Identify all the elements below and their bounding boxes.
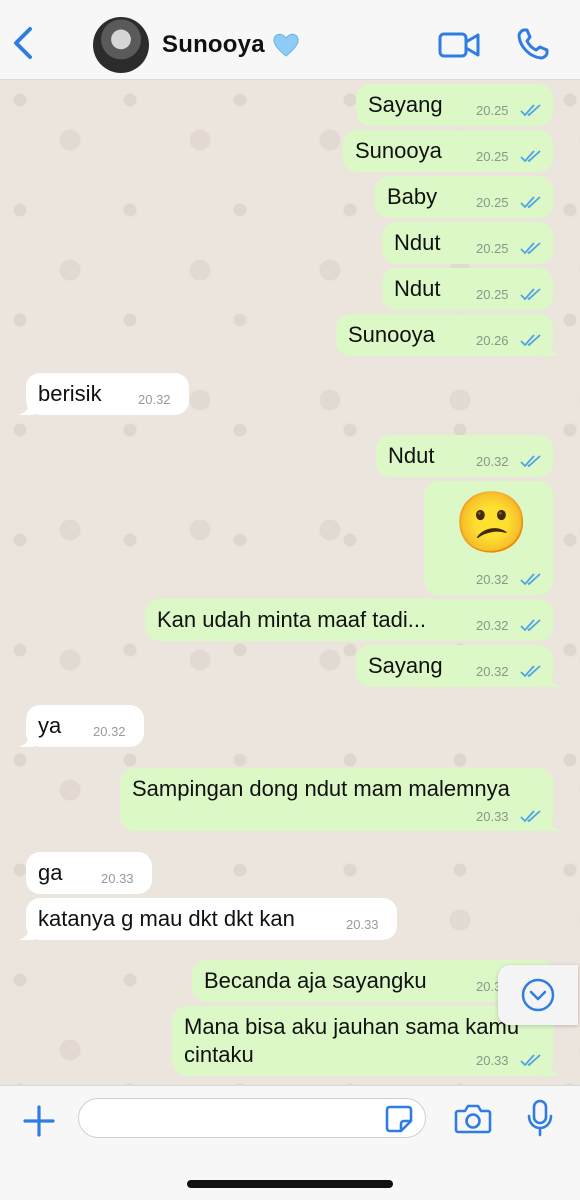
emoji-message-bubble[interactable]: 😕 20.32	[424, 481, 553, 595]
chevron-left-icon[interactable]	[10, 26, 38, 60]
scroll-to-bottom-button[interactable]	[498, 965, 578, 1025]
read-ticks-icon	[520, 104, 541, 117]
sticker-icon[interactable]	[384, 1104, 414, 1134]
message-bubble[interactable]: Mana bisa aku jauhan sama kamu cintaku 2…	[172, 1006, 561, 1076]
emoji: 😕	[454, 489, 529, 556]
read-ticks-icon	[520, 288, 541, 301]
message-bubble[interactable]: Sayang 20.25	[356, 84, 553, 126]
read-ticks-icon	[520, 334, 541, 347]
message-bubble[interactable]: Ndut 20.25	[382, 222, 553, 264]
bubble-tail	[545, 342, 561, 356]
read-ticks-icon	[520, 242, 541, 255]
message-input[interactable]	[78, 1098, 426, 1138]
bubble-tail	[18, 926, 34, 940]
message-bubble[interactable]: Ndut 20.25	[382, 268, 553, 310]
bubble-tail	[545, 1062, 561, 1076]
home-indicator	[187, 1180, 393, 1188]
plus-icon[interactable]	[22, 1104, 56, 1138]
microphone-icon[interactable]	[526, 1099, 554, 1137]
message-bubble[interactable]: katanya g mau dkt dkt kan 20.33	[18, 898, 397, 940]
message-bubble[interactable]: ga 20.33	[26, 852, 152, 894]
chevron-down-circle-icon	[521, 978, 555, 1012]
composer-bar	[0, 1085, 580, 1200]
read-ticks-icon	[520, 1054, 541, 1067]
message-bubble[interactable]: Sunooya 20.26	[336, 314, 561, 356]
chat-header: Sunooya	[0, 0, 580, 80]
message-bubble[interactable]: berisik 20.32	[18, 373, 189, 415]
phone-icon[interactable]	[516, 27, 550, 61]
message-bubble[interactable]: Kan udah minta maaf tadi... 20.32	[145, 599, 553, 641]
blue-heart-icon	[273, 33, 299, 57]
message-bubble[interactable]: Ndut 20.32	[376, 435, 553, 477]
video-camera-icon[interactable]	[438, 30, 480, 60]
message-bubble[interactable]: Baby 20.25	[375, 176, 553, 218]
bubble-tail	[18, 401, 34, 415]
read-ticks-icon	[520, 196, 541, 209]
read-ticks-icon	[520, 573, 541, 586]
bubble-tail	[545, 673, 561, 687]
read-ticks-icon	[520, 619, 541, 632]
message-bubble[interactable]: Sunooya 20.25	[343, 130, 553, 172]
read-ticks-icon	[520, 150, 541, 163]
contact-name[interactable]: Sunooya	[162, 31, 265, 59]
camera-icon[interactable]	[454, 1103, 492, 1135]
message-bubble[interactable]: ya 20.32	[18, 705, 144, 747]
avatar[interactable]	[93, 17, 149, 73]
bubble-tail	[18, 733, 34, 747]
message-bubble[interactable]: Sayang 20.32	[356, 645, 561, 687]
chat-area[interactable]: Sayang 20.25 Sunooya 20.25 Baby 20.25 Nd…	[0, 80, 580, 1085]
bubble-tail	[545, 817, 561, 831]
read-ticks-icon	[520, 455, 541, 468]
read-ticks-icon	[520, 665, 541, 678]
message-bubble[interactable]: Sampingan dong ndut mam malemnya 20.33	[120, 768, 561, 831]
read-ticks-icon	[520, 810, 541, 823]
